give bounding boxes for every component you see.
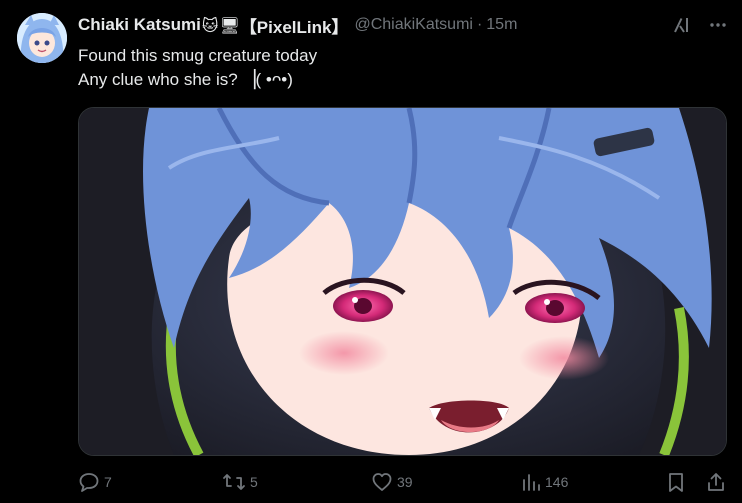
monitor-emoji: 🖥: [219, 15, 240, 35]
grok-icon[interactable]: [672, 15, 692, 35]
tweet-text-line-2: Any clue who she is? ▕( •ᴖ•): [78, 70, 293, 89]
tweet-media-image[interactable]: [78, 107, 727, 456]
bookmark-button[interactable]: [666, 470, 686, 494]
like-count: 39: [397, 474, 413, 490]
views-button[interactable]: 146: [521, 470, 568, 494]
reply-button[interactable]: 7: [78, 470, 112, 494]
tweet-header: Chiaki Katsumi 🐱 🖥 【PixelLink】 @ChiakiKa…: [78, 14, 517, 37]
cat-emoji: 🐱: [201, 15, 219, 35]
tweet-text: Found this smug creature today Any clue …: [78, 44, 718, 92]
repost-count: 5: [250, 474, 258, 490]
heart-icon: [371, 471, 393, 493]
tweet-text-line-1: Found this smug creature today: [78, 46, 318, 65]
avatar[interactable]: [17, 13, 67, 63]
separator-dot: ·: [476, 16, 483, 33]
repost-button[interactable]: 5: [222, 470, 258, 494]
reply-count: 7: [104, 474, 112, 490]
views-count: 146: [545, 474, 569, 490]
share-icon: [706, 471, 726, 493]
repost-icon: [222, 471, 246, 493]
timestamp[interactable]: 15m: [486, 16, 517, 34]
top-right-controls: [672, 12, 728, 38]
name-tag: 【PixelLink】: [239, 17, 349, 37]
display-name[interactable]: Chiaki Katsumi: [78, 15, 201, 35]
bookmark-icon: [666, 471, 686, 493]
tweet-card[interactable]: Chiaki Katsumi 🐱 🖥 【PixelLink】 @ChiakiKa…: [0, 0, 742, 503]
views-chart-icon: [521, 471, 541, 493]
share-button[interactable]: [706, 470, 726, 494]
tweet-action-bar: 7 5 39 146: [78, 470, 728, 494]
like-button[interactable]: 39: [371, 470, 413, 494]
more-icon[interactable]: [708, 15, 728, 35]
handle[interactable]: @ChiakiKatsumi: [354, 16, 473, 34]
reply-icon: [78, 471, 100, 493]
